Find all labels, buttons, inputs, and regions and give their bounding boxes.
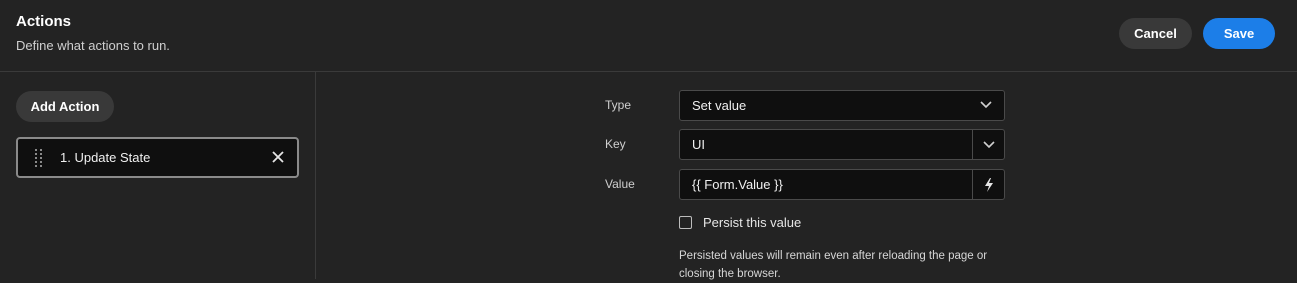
type-select[interactable]: Set value — [679, 90, 1005, 121]
actions-list-panel: Add Action 1. Update State — [0, 72, 316, 279]
persist-help-text: Persisted values will remain even after … — [679, 250, 988, 280]
key-dropdown-button[interactable] — [972, 130, 1004, 159]
key-field-value: UI — [692, 137, 705, 152]
lightning-bolt-icon — [984, 177, 993, 192]
binding-button[interactable] — [972, 170, 1004, 199]
type-select-value: Set value — [692, 98, 747, 113]
add-action-button[interactable]: Add Action — [16, 91, 114, 122]
drag-handle-icon[interactable] — [35, 149, 43, 167]
page-subtitle: Define what actions to run. — [16, 38, 170, 53]
type-label: Type — [605, 98, 632, 112]
close-icon[interactable] — [271, 150, 285, 164]
value-label: Value — [605, 177, 635, 191]
cancel-button[interactable]: Cancel — [1119, 18, 1192, 49]
action-list-item[interactable]: 1. Update State — [16, 137, 299, 178]
action-item-label: 1. Update State — [60, 150, 151, 165]
value-field-value: {{ Form.Value }} — [692, 177, 783, 192]
page-title: Actions — [16, 13, 72, 30]
chevron-down-icon — [980, 101, 992, 109]
save-button[interactable]: Save — [1203, 18, 1275, 49]
actions-header: Actions Define what actions to run. Canc… — [0, 0, 1297, 72]
key-label: Key — [605, 137, 626, 151]
persist-checkbox-label[interactable]: Persist this value — [703, 215, 801, 230]
persist-checkbox[interactable] — [679, 216, 692, 229]
chevron-down-icon — [982, 140, 995, 148]
key-field[interactable]: UI — [679, 129, 1005, 160]
value-field[interactable]: {{ Form.Value }} — [679, 169, 1005, 200]
